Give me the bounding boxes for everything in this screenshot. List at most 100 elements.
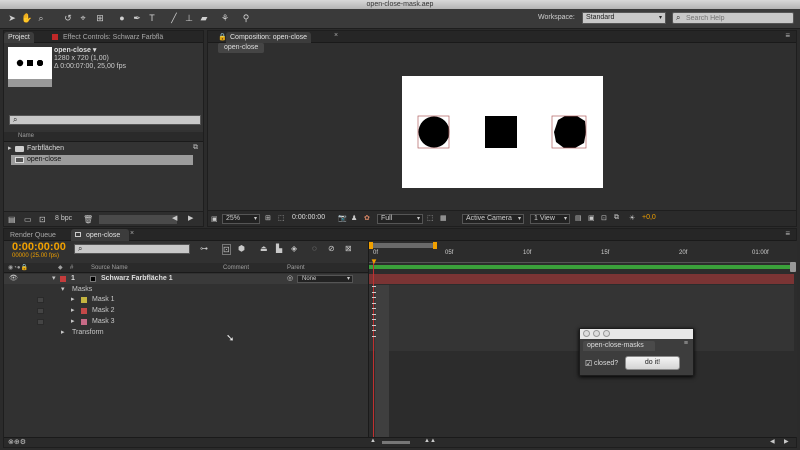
panel-menu-icon[interactable]: ≡: [785, 31, 790, 40]
comp-canvas[interactable]: [402, 76, 603, 188]
table-row[interactable]: 👁 ▾ 1 Schwarz Farbfläche 1 ◎ None ▾: [4, 274, 368, 284]
expand-triangle-icon[interactable]: ▸: [71, 317, 75, 327]
rotate-tool-icon[interactable]: ↺: [62, 12, 74, 24]
tab-project[interactable]: Project: [4, 32, 34, 43]
scroll-left-icon[interactable]: ◀: [172, 214, 177, 222]
region-of-interest-icon[interactable]: ⬚: [427, 214, 434, 222]
scroll-left-icon[interactable]: ◀: [770, 438, 775, 445]
layer-label-color[interactable]: [60, 276, 66, 282]
toggle-pixel-aspect-icon[interactable]: ▤: [575, 214, 582, 222]
list-item[interactable]: open-close: [11, 155, 193, 165]
mask-color-swatch[interactable]: [81, 308, 87, 314]
brainstorm-icon[interactable]: ◈: [291, 244, 297, 253]
do-it-button[interactable]: do it!: [625, 356, 680, 370]
interpret-footage-icon[interactable]: ▤: [8, 215, 16, 224]
keyframe-marker[interactable]: [372, 319, 376, 326]
playhead-handle-icon[interactable]: ▼: [370, 257, 378, 266]
scroll-right-icon[interactable]: ▶: [188, 214, 193, 222]
motion-blur-icon[interactable]: ▙: [276, 244, 282, 253]
pan-behind-tool-icon[interactable]: ⊞: [94, 12, 106, 24]
list-item[interactable]: ▸ Farbflächen: [4, 144, 194, 154]
work-area-bar[interactable]: [371, 243, 437, 248]
switch-box[interactable]: [37, 319, 44, 325]
new-folder-icon[interactable]: ▭: [24, 215, 32, 224]
scroll-right-icon[interactable]: ▶: [784, 438, 789, 445]
tab-render-queue[interactable]: Render Queue: [6, 230, 60, 241]
window-zoom-button[interactable]: [603, 330, 610, 337]
mask-visibility-icon[interactable]: ⬚: [278, 214, 285, 222]
flowchart-icon[interactable]: ⧉: [614, 214, 619, 222]
expand-triangle-icon[interactable]: ▾: [61, 285, 65, 295]
close-icon[interactable]: ×: [334, 32, 338, 39]
comp-subtab[interactable]: open-close: [218, 43, 265, 53]
keyframe-marker[interactable]: [372, 286, 376, 293]
viewer-timecode[interactable]: 0:00:00:00: [292, 214, 325, 221]
fast-previews-icon[interactable]: ▣: [588, 214, 595, 222]
horizontal-scrollbar[interactable]: [99, 215, 177, 224]
grid-overlay-icon[interactable]: ⊞: [265, 214, 271, 222]
tab-timeline-open-close[interactable]: open-close: [82, 230, 124, 241]
panel-menu-icon[interactable]: ≡: [785, 229, 790, 238]
eye-icon[interactable]: 👁: [9, 274, 18, 284]
av-features-icon[interactable]: ◉◔●🔒: [8, 264, 28, 271]
graph-editor-toggle-icon[interactable]: ⊠: [345, 244, 352, 253]
new-composition-icon[interactable]: ⊡: [39, 215, 46, 224]
switch-box[interactable]: [37, 308, 44, 314]
table-row[interactable]: ▸ Mask 1: [4, 295, 368, 305]
eraser-tool-icon[interactable]: ▰: [198, 12, 210, 24]
source-name-column-header[interactable]: Source Name: [91, 265, 128, 271]
trash-icon[interactable]: 🗑: [83, 215, 93, 224]
clone-stamp-tool-icon[interactable]: ⊥: [183, 12, 195, 24]
resolution-dropdown[interactable]: Full ▾: [377, 214, 423, 224]
timeline-search-field[interactable]: ⌕: [74, 244, 190, 254]
hand-tool-icon[interactable]: ✋: [21, 12, 33, 24]
search-help-field[interactable]: ⌕: [672, 12, 794, 24]
dialog-tab[interactable]: open-close-masks: [583, 341, 655, 351]
channel-icon[interactable]: ✿: [364, 214, 370, 222]
camera-tool-icon[interactable]: ⌖: [77, 12, 89, 24]
expand-triangle-icon[interactable]: ▸: [61, 328, 65, 338]
zoom-in-icon[interactable]: ▲▲: [424, 438, 436, 444]
zoom-out-icon[interactable]: ▲: [370, 438, 376, 444]
show-snapshot-icon[interactable]: ♟: [351, 214, 357, 222]
parent-column-header[interactable]: Parent: [287, 265, 305, 271]
panel-menu-icon[interactable]: ≡: [684, 340, 688, 347]
mask-name[interactable]: Mask 1: [92, 295, 115, 305]
expand-triangle-icon[interactable]: ▸: [71, 306, 75, 316]
layer-duration-bar[interactable]: [369, 274, 794, 284]
mini-flowchart-icon[interactable]: ⊶: [200, 244, 208, 253]
auto-keyframe-icon[interactable]: ◌: [312, 244, 317, 253]
timeline-icon[interactable]: ⊡: [601, 214, 607, 222]
expand-triangle-icon[interactable]: ▾: [52, 274, 56, 284]
window-minimize-button[interactable]: [593, 330, 600, 337]
exposure-value[interactable]: +0,0: [642, 214, 656, 221]
keyframe-marker[interactable]: [372, 330, 376, 337]
toggle-switches-icon[interactable]: ⊗⊕⚙: [8, 438, 26, 446]
list-item[interactable]: ▸ Transform: [4, 328, 368, 338]
close-icon[interactable]: ×: [130, 230, 134, 237]
expand-triangle-icon[interactable]: ▸: [8, 144, 12, 154]
camera-dropdown[interactable]: Active Camera ▾: [462, 214, 524, 224]
table-row[interactable]: ▸ Mask 3: [4, 317, 368, 327]
expand-triangle-icon[interactable]: ▸: [71, 295, 75, 305]
table-row[interactable]: ▸ Mask 2: [4, 306, 368, 316]
pickwhip-icon[interactable]: ◎: [287, 274, 293, 284]
zoom-slider[interactable]: [382, 441, 410, 444]
time-ruler[interactable]: 0f 05f 10f 15f 20f 01:00f: [369, 250, 794, 263]
label-column-icon[interactable]: ◆: [58, 264, 63, 271]
views-dropdown[interactable]: 1 View ▾: [530, 214, 570, 224]
zoom-dropdown[interactable]: 25% ▾: [222, 214, 260, 224]
brush-tool-icon[interactable]: ╱: [168, 12, 180, 24]
tab-effect-controls[interactable]: Effect Controls: Schwarz Farbflä: [59, 32, 167, 43]
draft-3d-icon[interactable]: ⊡: [222, 244, 231, 255]
switch-box[interactable]: [37, 297, 44, 303]
name-column-header[interactable]: Name: [18, 133, 34, 139]
mask-name[interactable]: Mask 3: [92, 317, 115, 327]
keyframe-marker[interactable]: [372, 308, 376, 315]
current-time-display[interactable]: 0:00:00:00: [12, 241, 66, 253]
search-help-input[interactable]: [686, 14, 790, 22]
selection-tool-icon[interactable]: ➤: [6, 12, 18, 24]
keyframe-marker[interactable]: [372, 297, 376, 304]
exposure-icon[interactable]: ☀: [629, 214, 635, 222]
pen-tool-icon[interactable]: ✒: [131, 12, 143, 24]
